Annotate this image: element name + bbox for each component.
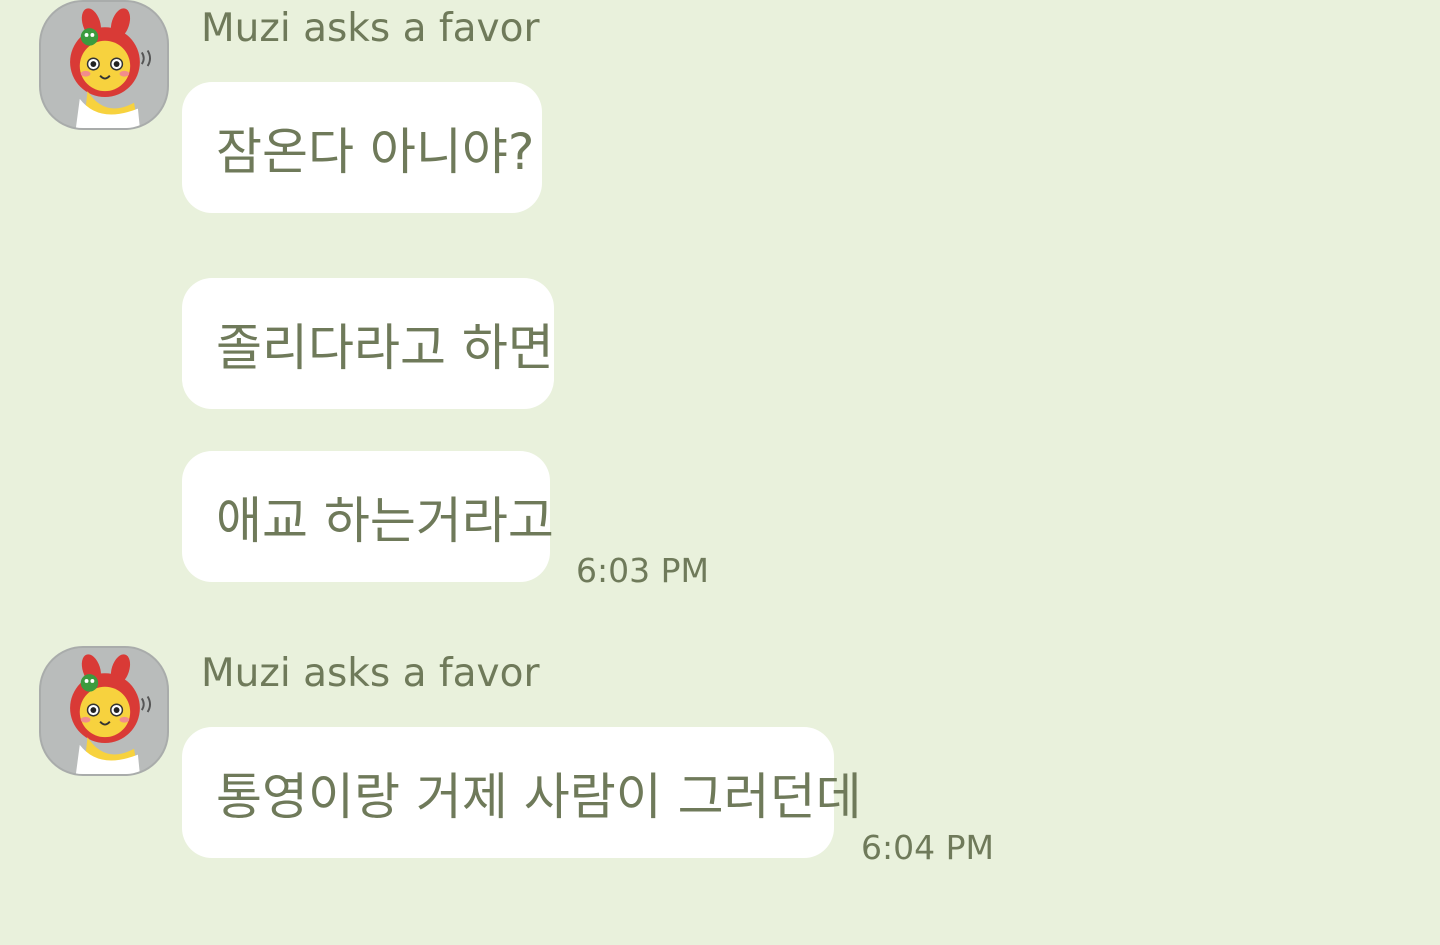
- message-bubble[interactable]: 졸리다라고 하면: [182, 278, 554, 409]
- muzi-avatar-icon: [69, 4, 152, 128]
- muzi-avatar[interactable]: [39, 646, 169, 776]
- message-text: 통영이랑 거제 사람이 그러던데: [216, 767, 862, 826]
- message-timestamp: 6:03 PM: [576, 551, 709, 590]
- message-text: 졸리다라고 하면: [216, 318, 554, 377]
- message-bubble[interactable]: 통영이랑 거제 사람이 그러던데: [182, 727, 862, 858]
- muzi-avatar[interactable]: [39, 0, 169, 130]
- sender-name: Muzi asks a favor: [201, 6, 540, 51]
- message-bubble[interactable]: 애교 하는거라고: [182, 451, 554, 582]
- message-timestamp: 6:04 PM: [861, 828, 994, 867]
- message-text: 잠온다 아니야?: [216, 122, 535, 181]
- sender-name: Muzi asks a favor: [201, 651, 540, 696]
- muzi-avatar-icon: [69, 650, 152, 774]
- message-text: 애교 하는거라고: [216, 491, 554, 550]
- message-bubble[interactable]: 잠온다 아니야?: [182, 82, 542, 213]
